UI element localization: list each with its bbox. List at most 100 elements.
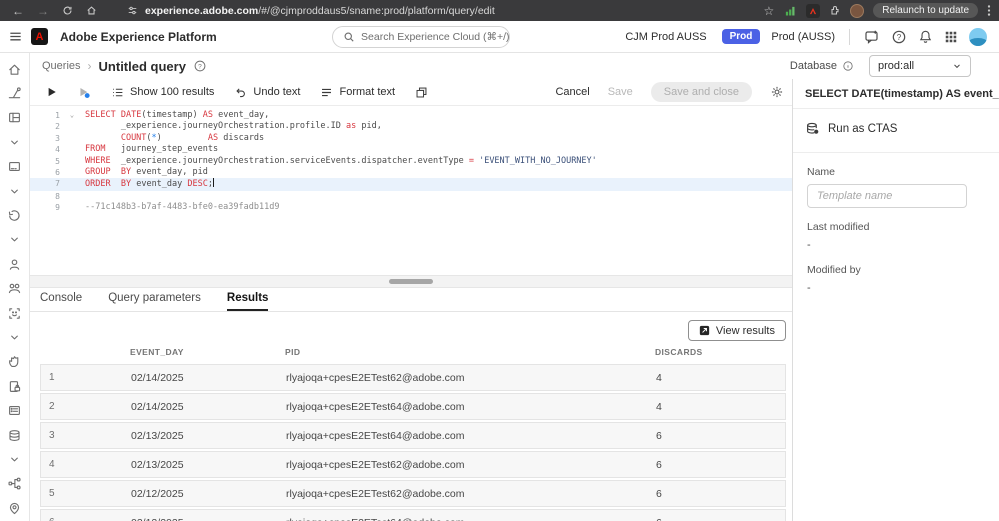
results-table: EVENT_DAY PID DISCARDS 102/14/2025rlyajo…: [40, 345, 786, 521]
queries-icon[interactable]: [0, 423, 29, 447]
splitter-handle[interactable]: [389, 279, 433, 284]
refresh-icon[interactable]: [62, 5, 73, 16]
policies-icon[interactable]: [0, 374, 29, 398]
locations-icon[interactable]: [0, 496, 29, 520]
sources-icon[interactable]: [0, 203, 29, 227]
cell-discards: 6: [656, 430, 785, 442]
code-line-7[interactable]: 7ORDER BY event_day DESC;: [30, 178, 792, 190]
address-bar[interactable]: experience.adobe.com/#/@cjmproddaus5/sna…: [127, 5, 760, 17]
tab-query-parameters[interactable]: Query parameters: [108, 292, 201, 311]
undo-button[interactable]: Undo text: [234, 86, 300, 99]
last-modified-value: -: [807, 239, 985, 251]
bookmark-star-icon[interactable]: ☆: [764, 4, 775, 18]
chevron-down-icon[interactable]: [0, 447, 29, 471]
app-switcher-icon[interactable]: [944, 30, 958, 44]
journeys-icon[interactable]: [0, 472, 29, 496]
extension-analytics-icon[interactable]: [783, 4, 797, 18]
chevron-down-icon[interactable]: [0, 130, 29, 154]
back-icon[interactable]: ←: [12, 4, 24, 18]
identity-icon[interactable]: [0, 301, 29, 325]
adobe-logo[interactable]: A: [31, 28, 48, 45]
browser-menu-icon[interactable]: [987, 4, 991, 17]
code-text: _experience.journeyOrchestration.profile…: [80, 121, 382, 132]
home-icon[interactable]: [86, 5, 97, 16]
line-number: 6: [30, 167, 64, 178]
fold-gutter: [64, 202, 80, 213]
chevron-down-icon[interactable]: [0, 179, 29, 203]
column-event-day[interactable]: EVENT_DAY: [130, 347, 285, 357]
audiences-icon[interactable]: [0, 277, 29, 301]
run-as-ctas-button[interactable]: Run as CTAS: [805, 121, 987, 136]
column-pid[interactable]: PID: [285, 347, 655, 357]
code-line-5[interactable]: 5WHERE _experience.journeyOrchestration.…: [30, 156, 792, 167]
help-icon[interactable]: ?: [891, 29, 907, 45]
browser-profile-avatar[interactable]: [850, 4, 864, 18]
database-info-icon[interactable]: [842, 60, 854, 72]
query-toolbar: Show 100 results Undo text Format text: [30, 79, 792, 105]
settings-gear-icon[interactable]: [770, 85, 784, 99]
template-name-input[interactable]: [807, 184, 967, 208]
home-icon[interactable]: [0, 57, 29, 81]
breadcrumb-parent[interactable]: Queries: [42, 60, 81, 72]
env-name[interactable]: Prod (AUSS): [771, 31, 835, 43]
undo-icon: [234, 86, 247, 99]
database-select[interactable]: prod:all: [869, 55, 971, 77]
run-selection-button[interactable]: [78, 86, 91, 99]
fold-chevron-icon[interactable]: ⌄: [64, 110, 80, 121]
feedback-icon[interactable]: [864, 29, 880, 45]
url-path: /#/@cjmproddaus5/sname:prod/platform/que…: [258, 5, 495, 17]
sql-editor[interactable]: 1⌄SELECT DATE(timestamp) AS event_day,2 …: [30, 105, 792, 275]
global-search[interactable]: Search Experience Cloud (⌘+/): [332, 26, 510, 48]
table-row[interactable]: 402/13/2025rlyajoqa+cpesE2ETest62@adobe.…: [40, 451, 786, 478]
chevron-down-icon[interactable]: [0, 325, 29, 349]
cancel-button[interactable]: Cancel: [555, 86, 589, 98]
panel-splitter[interactable]: [30, 275, 792, 288]
database-gear-icon: [805, 121, 820, 136]
menu-icon[interactable]: [8, 29, 23, 44]
table-row[interactable]: 202/14/2025rlyajoqa+cpesE2ETest64@adobe.…: [40, 393, 786, 420]
notifications-icon[interactable]: [918, 29, 933, 44]
table-row[interactable]: 602/12/2025rlyajoqa+cpesE2ETest64@adobe.…: [40, 509, 786, 521]
fold-gutter: [64, 156, 80, 167]
browse-icon[interactable]: [0, 155, 29, 179]
code-text: [80, 191, 85, 202]
copy-query-button[interactable]: [415, 86, 428, 99]
tab-results[interactable]: Results: [227, 292, 269, 311]
chevron-down-icon[interactable]: [0, 228, 29, 252]
code-text: WHERE _experience.journeyOrchestration.s…: [80, 156, 597, 167]
row-index: 2: [49, 401, 131, 412]
save-and-close-button[interactable]: Save and close: [651, 82, 752, 102]
code-line-1[interactable]: 1⌄SELECT DATE(timestamp) AS event_day,: [30, 110, 792, 121]
datasets-icon[interactable]: [0, 398, 29, 422]
left-nav: [0, 53, 30, 521]
table-row[interactable]: 302/13/2025rlyajoqa+cpesE2ETest64@adobe.…: [40, 422, 786, 449]
code-line-8[interactable]: 8: [30, 191, 792, 202]
cell-pid: rlyajoqa+cpesE2ETest64@adobe.com: [286, 517, 656, 521]
site-info-icon[interactable]: [127, 5, 138, 16]
tab-console[interactable]: Console: [40, 292, 82, 311]
column-discards[interactable]: DISCARDS: [655, 347, 786, 357]
forward-icon[interactable]: →: [37, 4, 49, 18]
run-query-button[interactable]: [46, 86, 58, 98]
code-line-3[interactable]: 3 COUNT(*) AS discards: [30, 133, 792, 144]
extension-adobe-icon[interactable]: [806, 4, 820, 18]
table-row[interactable]: 102/14/2025rlyajoqa+cpesE2ETest62@adobe.…: [40, 364, 786, 391]
workflows-icon[interactable]: [0, 81, 29, 105]
save-button[interactable]: Save: [608, 86, 633, 98]
extensions-icon[interactable]: [829, 5, 841, 17]
dashboards-icon[interactable]: [0, 106, 29, 130]
table-row[interactable]: 502/12/2025rlyajoqa+cpesE2ETest62@adobe.…: [40, 480, 786, 507]
format-button[interactable]: Format text: [320, 86, 395, 99]
query-help-icon[interactable]: ?: [193, 59, 207, 73]
privacy-icon[interactable]: [0, 350, 29, 374]
code-line-2[interactable]: 2 _experience.journeyOrchestration.profi…: [30, 121, 792, 132]
user-avatar[interactable]: [969, 28, 987, 46]
show-results-button[interactable]: Show 100 results: [111, 86, 214, 99]
profile-icon[interactable]: [0, 252, 29, 276]
code-line-9[interactable]: 9--71c148b3-b7af-4483-bfe0-ea39fadb11d9: [30, 202, 792, 213]
code-line-4[interactable]: 4FROM journey_step_events: [30, 144, 792, 155]
relaunch-button[interactable]: Relaunch to update: [873, 3, 978, 18]
view-results-button[interactable]: View results: [688, 320, 786, 341]
cell-event-day: 02/13/2025: [131, 430, 286, 442]
code-line-6[interactable]: 6GROUP BY event_day, pid: [30, 167, 792, 178]
